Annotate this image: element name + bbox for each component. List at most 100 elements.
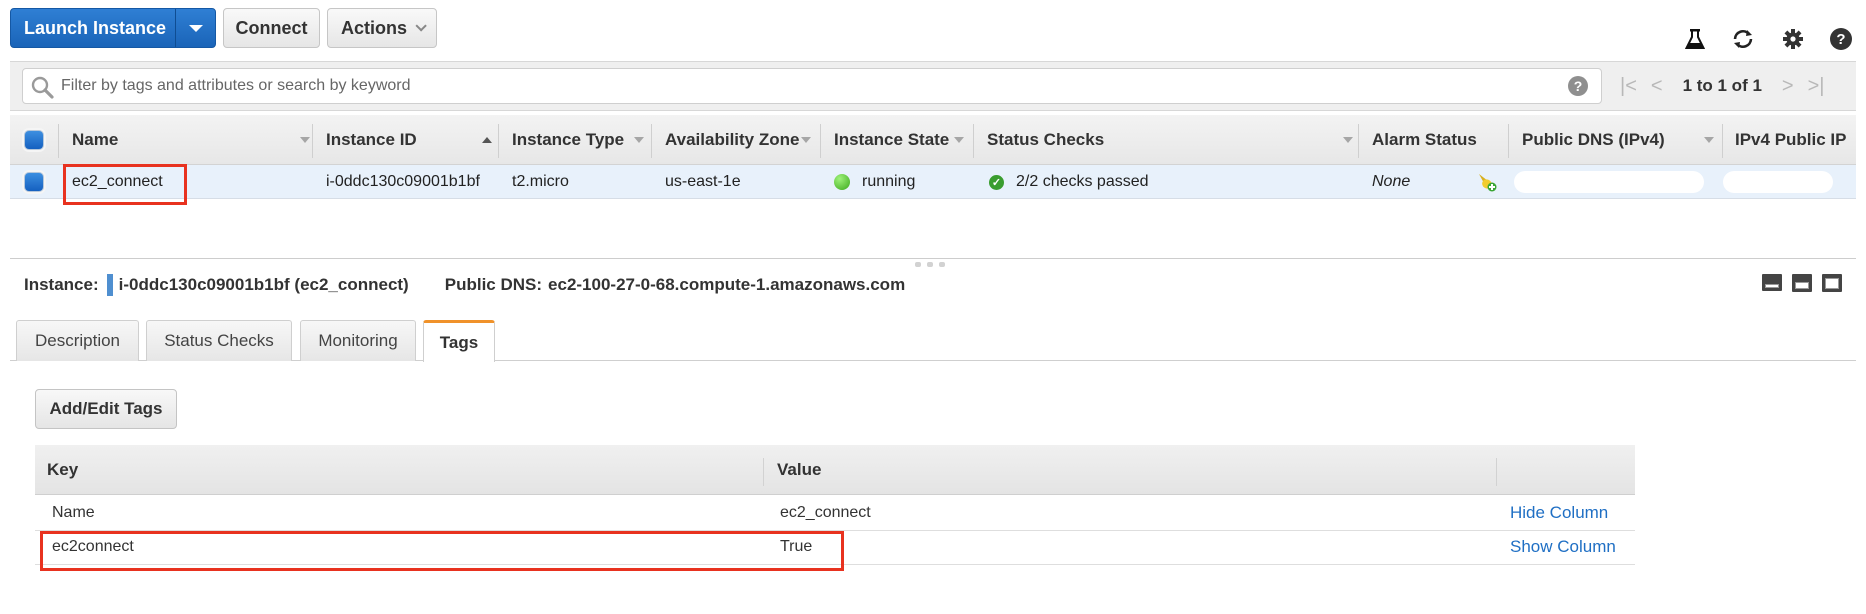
show-column-link[interactable]: Show Column [1510, 530, 1616, 564]
status-checks-text[interactable]: 2/2 checks passed [1016, 173, 1149, 191]
instance-state-text: running [862, 173, 916, 190]
sort-icon [1704, 137, 1714, 143]
connect-button[interactable]: Connect [223, 8, 320, 48]
last-page-icon[interactable]: >| [1808, 75, 1825, 98]
tags-column-value: Value [777, 460, 822, 479]
column-label: IPv4 Public IP [1735, 130, 1847, 149]
flask-icon[interactable] [1682, 26, 1708, 52]
column-label: Public DNS (IPv4) [1522, 130, 1665, 149]
svg-text:?: ? [1574, 78, 1583, 94]
tags-table-header [35, 445, 1635, 495]
add-edit-tags-button[interactable]: Add/Edit Tags [35, 389, 177, 429]
layout-small-pane-icon[interactable] [1762, 274, 1782, 291]
column-header-instance-id[interactable]: Instance ID [326, 115, 492, 165]
column-separator [763, 458, 764, 486]
highlight-box [40, 531, 844, 571]
layout-large-pane-icon[interactable] [1822, 274, 1842, 292]
help-icon[interactable]: ? [1828, 26, 1854, 52]
column-separator [973, 124, 974, 158]
previous-page-icon[interactable]: < [1651, 75, 1663, 98]
search-icon [30, 75, 54, 104]
column-separator [312, 124, 313, 158]
add-alarm-icon[interactable] [1476, 165, 1498, 199]
cell-instance-state: running [834, 165, 915, 199]
instance-label: Instance: [24, 275, 99, 294]
layout-medium-pane-icon[interactable] [1792, 274, 1812, 292]
column-header-alarm-status[interactable]: Alarm Status [1372, 115, 1477, 165]
resize-grip-icon[interactable] [915, 262, 945, 267]
check-passed-icon: ✓ [989, 174, 1004, 190]
sort-ascending-icon [482, 137, 492, 143]
column-label: Instance ID [326, 130, 417, 149]
hide-column-link[interactable]: Hide Column [1510, 496, 1608, 530]
column-separator [1508, 124, 1509, 158]
column-header-ipv4-public-ip[interactable]: IPv4 Public IP [1735, 115, 1847, 165]
caret-down-icon [188, 24, 203, 32]
instance-summary: Instance: i-0ddc130c09001b1bf (ec2_conne… [24, 272, 905, 298]
filter-input[interactable] [59, 69, 1539, 103]
sort-icon [954, 137, 964, 143]
actions-button[interactable]: Actions [327, 8, 437, 48]
cell-alarm-status: None [1372, 173, 1411, 190]
cell-public-dns [1514, 171, 1704, 193]
column-label: Availability Zone [665, 130, 800, 149]
column-separator [1722, 124, 1723, 158]
column-separator [1496, 458, 1497, 486]
cell-status-checks: ✓ 2/2 checks passed [989, 165, 1149, 199]
public-dns-value: ec2-100-27-0-68.compute-1.amazonaws.com [548, 275, 906, 294]
row-checkbox[interactable] [24, 165, 44, 199]
column-label: Instance State [834, 130, 950, 149]
tab-monitoring[interactable]: Monitoring [300, 320, 416, 361]
search-box: ? [22, 68, 1602, 104]
launch-instance-button[interactable]: Launch Instance [11, 9, 175, 47]
pagination-label: 1 to 1 of 1 [1682, 76, 1762, 95]
column-separator [498, 124, 499, 158]
column-separator [820, 124, 821, 158]
sort-icon [801, 137, 811, 143]
public-dns-label: Public DNS: [444, 275, 543, 294]
cell-instance-type: t2.micro [512, 173, 569, 190]
column-separator [651, 124, 652, 158]
launch-instance-button-group: Launch Instance [10, 8, 216, 48]
launch-instance-dropdown[interactable] [175, 9, 215, 47]
running-status-icon [834, 174, 850, 190]
tab-tags[interactable]: Tags [423, 320, 495, 362]
column-header-status-checks[interactable]: Status Checks [987, 115, 1353, 165]
first-page-icon[interactable]: |< [1620, 75, 1637, 98]
sort-icon [300, 137, 310, 143]
select-all-checkbox[interactable] [24, 115, 44, 165]
column-separator [58, 124, 59, 158]
pagination: |< < 1 to 1 of 1 > >| [1620, 72, 1824, 100]
sort-icon [1343, 137, 1353, 143]
instance-marker [106, 274, 113, 296]
tag-key: Name [52, 504, 95, 521]
sort-icon [634, 137, 644, 143]
column-header-availability-zone[interactable]: Availability Zone [665, 115, 811, 165]
cell-availability-zone: us-east-1e [665, 173, 741, 190]
column-label: Status Checks [987, 130, 1105, 149]
column-header-name[interactable]: Name [72, 115, 310, 165]
actions-label: Actions [340, 17, 407, 38]
svg-text:?: ? [1836, 31, 1845, 48]
cell-instance-id: i-0ddc130c09001b1bf [326, 173, 480, 190]
column-label: Name [72, 130, 119, 149]
instance-value: i-0ddc130c09001b1bf (ec2_connect) [118, 275, 409, 294]
refresh-icon[interactable] [1730, 26, 1756, 52]
next-page-icon[interactable]: > [1782, 75, 1794, 98]
gear-icon[interactable] [1780, 26, 1806, 52]
tab-status-checks[interactable]: Status Checks [146, 320, 292, 361]
column-label: Alarm Status [1372, 130, 1477, 149]
column-header-instance-state[interactable]: Instance State [834, 115, 964, 165]
chevron-down-icon [415, 20, 427, 32]
column-header-public-dns[interactable]: Public DNS (IPv4) [1522, 115, 1714, 165]
column-header-instance-type[interactable]: Instance Type [512, 115, 644, 165]
cell-public-ip [1723, 171, 1833, 193]
tag-value: ec2_connect [780, 504, 871, 521]
tags-column-key: Key [47, 460, 79, 479]
pane-divider[interactable] [10, 258, 1856, 259]
column-separator [1358, 124, 1359, 158]
highlight-box [63, 164, 187, 205]
column-label: Instance Type [512, 130, 625, 149]
tab-description[interactable]: Description [16, 320, 139, 361]
filter-help-icon[interactable]: ? [1567, 75, 1589, 102]
